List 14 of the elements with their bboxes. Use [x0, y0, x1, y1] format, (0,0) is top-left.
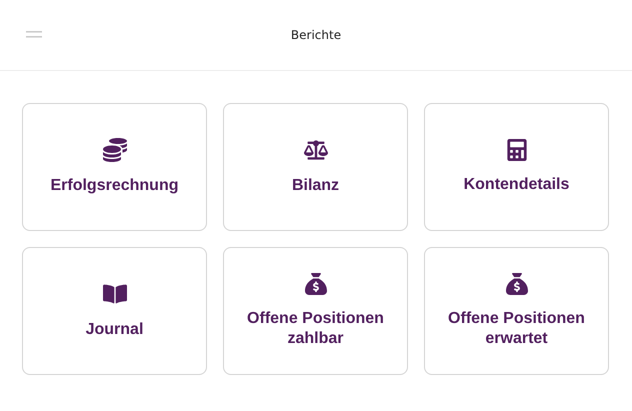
money-bag-icon	[304, 273, 326, 295]
money-bag-icon	[506, 273, 528, 295]
report-card[interactable]: Offene Positionen zahlbar	[223, 247, 408, 375]
book-icon	[102, 282, 126, 306]
report-card[interactable]: Journal	[22, 247, 207, 375]
scale-icon	[304, 138, 328, 162]
coins-icon	[102, 138, 126, 162]
report-card[interactable]: Kontendetails	[424, 103, 609, 231]
calculator-icon	[506, 139, 528, 161]
report-card[interactable]: Offene Positionen erwartet	[424, 247, 609, 375]
page-title: Berichte	[290, 28, 342, 42]
report-card[interactable]: Erfolgsrechnung	[22, 103, 207, 231]
menu-icon[interactable]	[26, 31, 42, 38]
report-card[interactable]: Bilanz	[223, 103, 408, 231]
